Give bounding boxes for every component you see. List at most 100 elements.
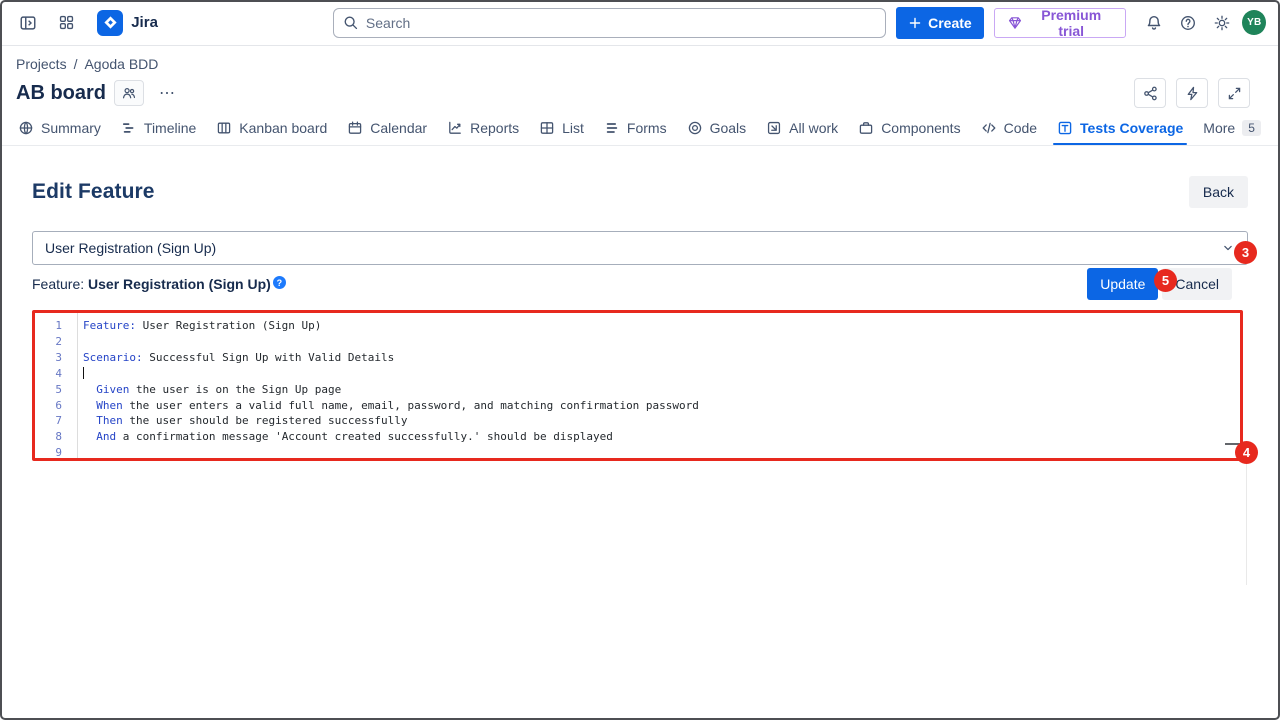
tab-reports[interactable]: Reports xyxy=(439,114,527,145)
calendar-icon xyxy=(347,120,363,136)
premium-gem-icon xyxy=(1007,15,1023,31)
share-icon xyxy=(1142,85,1159,102)
back-button[interactable]: Back xyxy=(1189,176,1248,208)
board-title: AB board xyxy=(16,82,106,105)
tab-kanban-board[interactable]: Kanban board xyxy=(208,114,335,145)
expand-icon xyxy=(1226,85,1243,102)
timeline-icon xyxy=(121,120,137,136)
tab-label: Forms xyxy=(627,120,667,136)
tab-code[interactable]: Code xyxy=(973,114,1045,145)
update-button[interactable]: Update xyxy=(1087,268,1158,300)
search-icon xyxy=(342,14,359,31)
code-line[interactable]: 8 And a confirmation message 'Account cr… xyxy=(35,429,1240,445)
tab-label: Kanban board xyxy=(239,120,327,136)
lightning-icon xyxy=(1184,85,1201,102)
board-title-row: AB board ⋯ xyxy=(16,78,1264,108)
code-line[interactable]: 1Feature: User Registration (Sign Up) xyxy=(35,318,1240,334)
gherkin-keyword: Scenario: xyxy=(83,351,143,364)
board-members-button[interactable] xyxy=(114,80,144,106)
help-circle-icon xyxy=(1179,14,1197,32)
line-content xyxy=(77,366,84,382)
code-line[interactable]: 7 Then the user should be registered suc… xyxy=(35,413,1240,429)
create-button-label: Create xyxy=(928,15,972,31)
gherkin-editor[interactable]: 1Feature: User Registration (Sign Up)23S… xyxy=(32,310,1243,461)
code-line[interactable]: 4 xyxy=(35,366,1240,382)
line-content: When the user enters a valid full name, … xyxy=(77,398,699,414)
line-number: 8 xyxy=(35,429,77,445)
annotation-badge-3: 3 xyxy=(1234,241,1257,264)
kanban-icon xyxy=(216,120,232,136)
tab-goals[interactable]: Goals xyxy=(679,114,755,145)
settings-button[interactable] xyxy=(1208,8,1236,38)
line-number: 1 xyxy=(35,318,77,334)
feature-help-icon[interactable]: ? xyxy=(273,276,286,289)
share-button[interactable] xyxy=(1134,78,1166,108)
expand-sidebar-button[interactable] xyxy=(14,8,43,38)
page-title-row: Edit Feature Back xyxy=(32,176,1248,208)
breadcrumb-project-link[interactable]: Agoda BDD xyxy=(84,56,158,72)
code-line[interactable]: 5 Given the user is on the Sign Up page xyxy=(35,382,1240,398)
tab-label: More xyxy=(1203,120,1235,136)
code-line[interactable]: 2 xyxy=(35,334,1240,350)
app-switcher-button[interactable] xyxy=(53,8,82,38)
automation-button[interactable] xyxy=(1176,78,1208,108)
search-input[interactable] xyxy=(333,8,886,38)
components-icon xyxy=(858,120,874,136)
tab-components[interactable]: Components xyxy=(850,114,968,145)
tests-icon xyxy=(1057,120,1073,136)
breadcrumb-separator: / xyxy=(74,56,78,72)
board-more-button[interactable]: ⋯ xyxy=(152,80,182,106)
globe-icon xyxy=(18,120,34,136)
feature-label: Feature: User Registration (Sign Up)? xyxy=(32,276,286,292)
breadcrumb-projects-link[interactable]: Projects xyxy=(16,56,67,72)
tab-tests-coverage[interactable]: Tests Coverage xyxy=(1049,114,1191,145)
tab-label: Summary xyxy=(41,120,101,136)
tab-label: Components xyxy=(881,120,960,136)
tab-list[interactable]: List xyxy=(531,114,592,145)
tab-summary[interactable]: Summary xyxy=(10,114,109,145)
tab-label: All work xyxy=(789,120,838,136)
jira-brand[interactable]: Jira xyxy=(97,10,158,36)
reports-icon xyxy=(447,120,463,136)
tab-more[interactable]: More5 xyxy=(1195,114,1269,145)
jira-logo-icon xyxy=(97,10,123,36)
all-work-icon xyxy=(766,120,782,136)
annotation-badge-5: 5 xyxy=(1154,269,1177,292)
line-number: 5 xyxy=(35,382,77,398)
page-title: Edit Feature xyxy=(32,180,155,204)
people-icon xyxy=(121,85,137,101)
code-line[interactable]: 3Scenario: Successful Sign Up with Valid… xyxy=(35,350,1240,366)
tab-add[interactable] xyxy=(1273,114,1280,145)
tab-all-work[interactable]: All work xyxy=(758,114,846,145)
code-icon xyxy=(981,120,997,136)
code-area[interactable]: 1Feature: User Registration (Sign Up)23S… xyxy=(35,313,1240,461)
tab-label: List xyxy=(562,120,584,136)
tab-label: Reports xyxy=(470,120,519,136)
premium-trial-button[interactable]: Premium trial xyxy=(994,8,1126,38)
code-line[interactable]: 6 When the user enters a valid full name… xyxy=(35,398,1240,414)
list-icon xyxy=(539,120,555,136)
project-header: Projects / Agoda BDD AB board ⋯ xyxy=(0,46,1280,108)
gutter-separator xyxy=(77,313,78,458)
tab-label: Timeline xyxy=(144,120,196,136)
bell-icon xyxy=(1145,14,1163,32)
user-avatar[interactable]: YB xyxy=(1242,10,1266,35)
create-button[interactable]: Create xyxy=(896,7,984,39)
feature-select-dropdown[interactable]: User Registration (Sign Up) xyxy=(32,231,1248,265)
notifications-button[interactable] xyxy=(1140,8,1168,38)
tab-label: Calendar xyxy=(370,120,427,136)
tab-timeline[interactable]: Timeline xyxy=(113,114,204,145)
line-content: Then the user should be registered succe… xyxy=(77,413,408,429)
code-line[interactable]: 9 xyxy=(35,445,1240,461)
sidebar-expand-icon xyxy=(19,14,37,32)
tab-label: Tests Coverage xyxy=(1080,120,1183,136)
gherkin-keyword: Then xyxy=(83,414,123,427)
line-number: 4 xyxy=(35,366,77,382)
fullscreen-button[interactable] xyxy=(1218,78,1250,108)
main-content: Edit Feature Back User Registration (Sig… xyxy=(0,176,1280,461)
help-button[interactable] xyxy=(1174,8,1202,38)
tab-calendar[interactable]: Calendar xyxy=(339,114,435,145)
tab-forms[interactable]: Forms xyxy=(596,114,675,145)
goals-icon xyxy=(687,120,703,136)
project-tabs: Summary Timeline Kanban board Calendar Repor… xyxy=(0,108,1280,146)
